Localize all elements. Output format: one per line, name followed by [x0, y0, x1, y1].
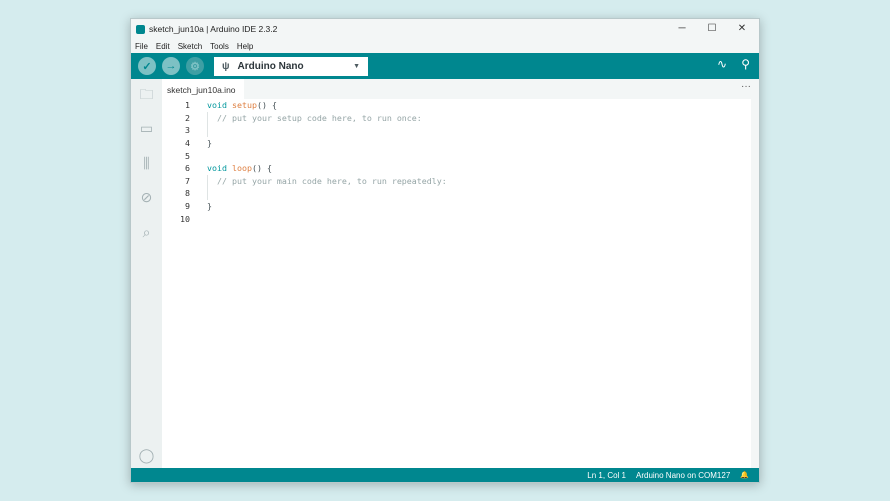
indent-guide: [207, 175, 208, 200]
line-number: 9: [185, 201, 190, 212]
comment: // put your setup code here, to run once…: [207, 112, 422, 123]
line-number: 4: [185, 138, 190, 149]
line-number: 5: [185, 150, 190, 161]
board-name: Arduino Nano: [237, 60, 304, 72]
board-selector[interactable]: ψ Arduino Nano ▼: [214, 56, 368, 76]
tab-sketch-file[interactable]: sketch_jun10a.ino: [162, 79, 244, 99]
boards-manager-icon[interactable]: ▭: [138, 120, 155, 137]
code-editor[interactable]: 1 void setup() {2 // put your setup code …: [162, 99, 751, 468]
code-line: 1 void setup() {: [162, 99, 751, 112]
code-text: void setup() {: [193, 100, 277, 110]
menu-sketch[interactable]: Sketch: [178, 42, 202, 51]
code-line: 10: [162, 212, 751, 225]
code-line: 9}: [162, 200, 751, 213]
menu-bar: File Edit Sketch Tools Help: [131, 39, 759, 53]
verify-button[interactable]: ✓: [138, 57, 156, 75]
code-line: 7 // put your main code here, to run rep…: [162, 175, 751, 188]
sidebar: 🗀 ▭ ⫼ ⊘ ⌕ ◯: [131, 79, 162, 468]
chevron-down-icon: ▼: [353, 62, 360, 70]
code-text: // put your main code here, to run repea…: [193, 176, 447, 186]
function-name: loop: [231, 163, 252, 174]
comment: // put your main code here, to run repea…: [207, 175, 447, 186]
arduino-app-icon: [136, 24, 145, 34]
menu-edit[interactable]: Edit: [156, 42, 170, 51]
board-port-status: Arduino Nano on COM127: [636, 470, 731, 480]
debug-icon[interactable]: ⊘: [138, 189, 155, 206]
code-punctuation: }: [207, 138, 212, 149]
title-bar: sketch_jun10a | Arduino IDE 2.3.2 ─ ☐ ✕: [131, 19, 759, 39]
code-line: 8: [162, 187, 751, 200]
code-punctuation: () {: [251, 163, 272, 174]
status-bar: Ln 1, Col 1 Arduino Nano on COM127 🔔: [131, 468, 759, 482]
line-number: 3: [185, 125, 190, 136]
code-text: }: [193, 201, 212, 211]
code-line: 5: [162, 149, 751, 162]
search-icon[interactable]: ⌕: [138, 224, 155, 241]
function-name: setup: [231, 100, 257, 111]
arduino-ide-window: sketch_jun10a | Arduino IDE 2.3.2 ─ ☐ ✕ …: [130, 18, 760, 483]
menu-help[interactable]: Help: [237, 42, 253, 51]
code-line: 6 void loop() {: [162, 162, 751, 175]
code-text: }: [193, 138, 212, 148]
debug-button[interactable]: ⚙: [186, 57, 204, 75]
code-punctuation: () {: [256, 100, 277, 111]
profile-icon[interactable]: ◯: [138, 447, 155, 464]
window-title: sketch_jun10a | Arduino IDE 2.3.2: [149, 24, 278, 34]
editor-scrollbar[interactable]: [751, 99, 759, 468]
menu-tools[interactable]: Tools: [210, 42, 229, 51]
library-manager-icon[interactable]: ⫼: [138, 155, 155, 172]
more-options-icon[interactable]: ···: [741, 81, 751, 92]
line-number: 2: [185, 112, 190, 123]
code-line: 3: [162, 124, 751, 137]
code-text: // put your setup code here, to run once…: [193, 113, 422, 123]
code-text: void loop() {: [193, 163, 272, 173]
toolbar: ✓ → ⚙ ψ Arduino Nano ▼ ∿ ⚲: [131, 53, 759, 79]
sketchbook-folder-icon[interactable]: 🗀: [138, 86, 155, 103]
keyword: void: [207, 163, 227, 174]
minimize-button[interactable]: ─: [667, 19, 697, 39]
line-number: 10: [180, 213, 190, 224]
tab-bar: sketch_jun10a.ino ···: [162, 79, 759, 99]
line-number: 6: [185, 163, 190, 174]
code-line: 2 // put your setup code here, to run on…: [162, 112, 751, 125]
menu-file[interactable]: File: [135, 42, 148, 51]
line-number: 7: [185, 175, 190, 186]
upload-button[interactable]: →: [162, 57, 180, 75]
code-line: 4}: [162, 137, 751, 150]
line-number: 8: [185, 188, 190, 199]
maximize-button[interactable]: ☐: [697, 19, 727, 39]
close-button[interactable]: ✕: [727, 19, 757, 39]
serial-plotter-icon[interactable]: ∿: [717, 57, 727, 71]
notification-bell-icon[interactable]: 🔔: [740, 471, 749, 479]
code-punctuation: }: [207, 201, 212, 212]
indent-guide: [207, 112, 208, 137]
cursor-position: Ln 1, Col 1: [587, 470, 626, 480]
line-number: 1: [185, 100, 190, 111]
usb-icon: ψ: [222, 60, 230, 72]
serial-monitor-icon[interactable]: ⚲: [741, 57, 750, 71]
keyword: void: [207, 100, 227, 111]
